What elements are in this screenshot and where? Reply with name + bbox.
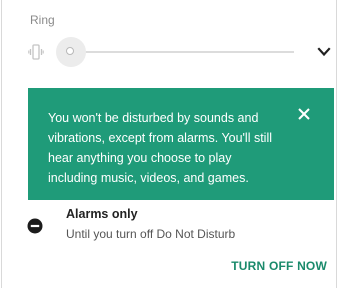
dnd-mode-title: Alarms only — [66, 207, 138, 221]
vibrate-icon[interactable] — [28, 44, 44, 60]
ring-volume-slider[interactable] — [56, 34, 294, 70]
chevron-down-icon[interactable] — [316, 46, 332, 58]
volume-dnd-panel: Ring You won't be disturbed by sounds an… — [1, 0, 337, 288]
slider-thumb[interactable] — [66, 47, 74, 55]
slider-track — [75, 51, 294, 53]
dnd-mode-subtitle: Until you turn off Do Not Disturb — [66, 227, 236, 241]
dnd-info-banner: You won't be disturbed by sounds and vib… — [28, 88, 334, 200]
dnd-info-message: You won't be disturbed by sounds and vib… — [48, 111, 273, 185]
ring-label: Ring — [30, 13, 55, 27]
turn-off-now-button[interactable]: TURN OFF NOW — [231, 259, 327, 273]
do-not-disturb-icon — [27, 218, 43, 234]
close-icon[interactable] — [296, 106, 312, 122]
